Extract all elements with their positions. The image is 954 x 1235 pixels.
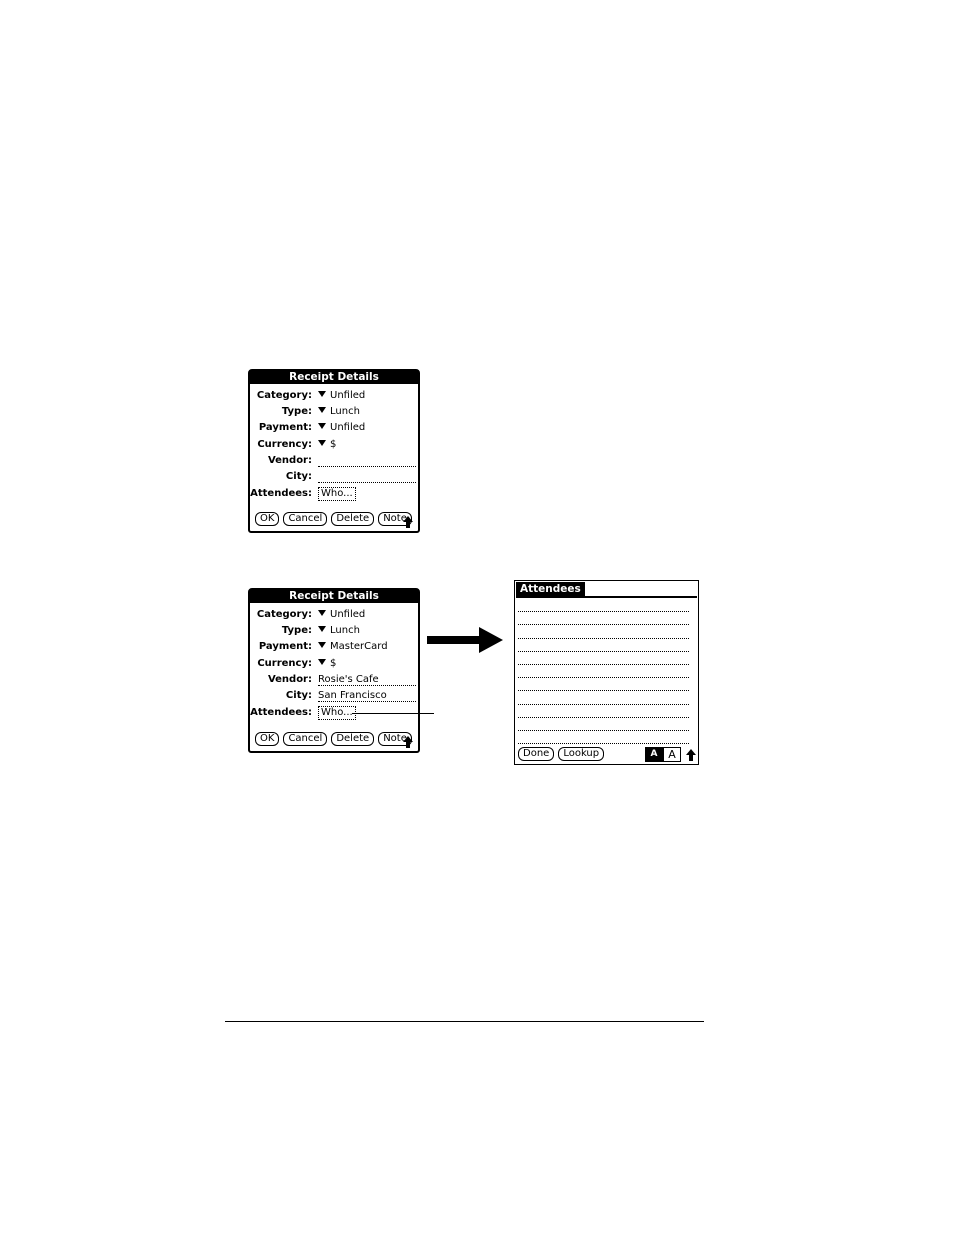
up-arrow-icon — [403, 736, 413, 748]
payment-label: Payment: — [258, 422, 312, 433]
triangle-down-icon — [318, 407, 326, 413]
payment-row[interactable]: Payment: Unfiled — [250, 421, 418, 435]
currency-row[interactable]: Currency: $ — [250, 438, 418, 452]
who-button[interactable]: Who... — [318, 487, 356, 501]
type-picker[interactable]: Lunch — [318, 624, 360, 638]
category-label: Category: — [256, 390, 312, 401]
ok-button[interactable]: OK — [255, 732, 280, 746]
vendor-row: Vendor: — [250, 454, 418, 468]
city-row: City: San Francisco — [250, 689, 418, 703]
currency-label: Currency: — [257, 658, 312, 669]
receipt-details-dialog-bottom: Receipt Details Category: Unfiled Type: … — [248, 588, 420, 753]
triangle-down-icon — [318, 659, 326, 665]
currency-row[interactable]: Currency: $ — [250, 657, 418, 671]
caps-shift-indicator: A — [645, 747, 663, 762]
attendees-button-bar: Done Lookup — [518, 747, 605, 761]
title-underline — [516, 596, 697, 598]
triangle-down-icon — [318, 391, 326, 397]
attendees-title: Attendees — [516, 582, 585, 596]
footer-rule — [225, 1021, 704, 1022]
attendees-note-area[interactable] — [518, 599, 689, 745]
payment-value: Unfiled — [330, 422, 366, 433]
payment-row[interactable]: Payment: MasterCard — [250, 640, 418, 654]
button-bar: OK Cancel Delete Note — [255, 512, 412, 526]
type-value: Lunch — [330, 406, 360, 417]
triangle-down-icon — [318, 610, 326, 616]
attendees-row: Attendees: Who... — [250, 487, 418, 501]
category-picker[interactable]: Unfiled — [318, 389, 365, 403]
vendor-field[interactable]: Rosie's Cafe — [318, 673, 416, 686]
type-label: Type: — [281, 625, 312, 636]
type-row[interactable]: Type: Lunch — [250, 624, 418, 638]
note-line — [518, 612, 689, 626]
vendor-label: Vendor: — [267, 455, 312, 466]
note-line — [518, 639, 689, 652]
attendees-screen: Attendees Done Lookup A A — [514, 580, 699, 765]
triangle-down-icon — [318, 626, 326, 632]
city-label: City: — [285, 471, 312, 482]
lookup-button[interactable]: Lookup — [558, 747, 605, 761]
type-label: Type: — [281, 406, 312, 417]
normal-shift-indicator: A — [663, 747, 681, 762]
city-field[interactable]: San Francisco — [318, 689, 416, 702]
vendor-row: Vendor: Rosie's Cafe — [250, 673, 418, 687]
cancel-button[interactable]: Cancel — [283, 732, 328, 746]
currency-value: $ — [330, 658, 337, 669]
triangle-down-icon — [318, 423, 326, 429]
payment-value: MasterCard — [330, 641, 388, 652]
triangle-down-icon — [318, 642, 326, 648]
note-line — [518, 665, 689, 679]
delete-button[interactable]: Delete — [331, 732, 375, 746]
category-value: Unfiled — [330, 609, 366, 620]
vendor-label: Vendor: — [267, 674, 312, 685]
done-button[interactable]: Done — [518, 747, 555, 761]
ok-button[interactable]: OK — [255, 512, 280, 526]
category-picker[interactable]: Unfiled — [318, 608, 365, 622]
type-picker[interactable]: Lunch — [318, 405, 360, 419]
attendees-label: Attendees: — [250, 488, 312, 499]
cancel-button[interactable]: Cancel — [283, 512, 328, 526]
note-line — [518, 731, 689, 745]
city-row: City: — [250, 470, 418, 484]
category-row[interactable]: Category: Unfiled — [250, 608, 418, 622]
receipt-details-dialog-top: Receipt Details Category: Unfiled Type: … — [248, 369, 420, 533]
city-label: City: — [285, 690, 312, 701]
note-line — [518, 678, 689, 692]
note-line — [518, 652, 689, 665]
type-row[interactable]: Type: Lunch — [250, 405, 418, 419]
type-value: Lunch — [330, 625, 360, 636]
note-line — [518, 705, 689, 718]
callout-line — [352, 713, 434, 714]
note-line — [518, 625, 689, 639]
category-label: Category: — [256, 609, 312, 620]
button-bar: OK Cancel Delete Note — [255, 732, 412, 746]
shift-indicator: A A — [645, 747, 681, 762]
note-line — [518, 599, 689, 613]
category-row[interactable]: Category: Unfiled — [250, 389, 418, 403]
dialog-title: Receipt Details — [250, 371, 418, 384]
city-field[interactable] — [318, 470, 416, 483]
currency-label: Currency: — [257, 439, 312, 450]
attendees-label: Attendees: — [250, 707, 312, 718]
payment-picker[interactable]: MasterCard — [318, 640, 388, 654]
up-arrow-icon — [686, 749, 696, 761]
delete-button[interactable]: Delete — [331, 512, 375, 526]
triangle-down-icon — [318, 440, 326, 446]
currency-value: $ — [330, 439, 337, 450]
up-arrow-icon — [403, 516, 413, 528]
currency-picker[interactable]: $ — [318, 438, 336, 452]
who-button[interactable]: Who... — [318, 706, 356, 720]
dialog-title: Receipt Details — [250, 590, 418, 603]
category-value: Unfiled — [330, 390, 366, 401]
currency-picker[interactable]: $ — [318, 657, 336, 671]
note-line — [518, 691, 689, 705]
note-line — [518, 718, 689, 731]
payment-label: Payment: — [258, 641, 312, 652]
right-arrow-icon — [427, 627, 503, 653]
payment-picker[interactable]: Unfiled — [318, 421, 365, 435]
vendor-field[interactable] — [318, 454, 416, 467]
